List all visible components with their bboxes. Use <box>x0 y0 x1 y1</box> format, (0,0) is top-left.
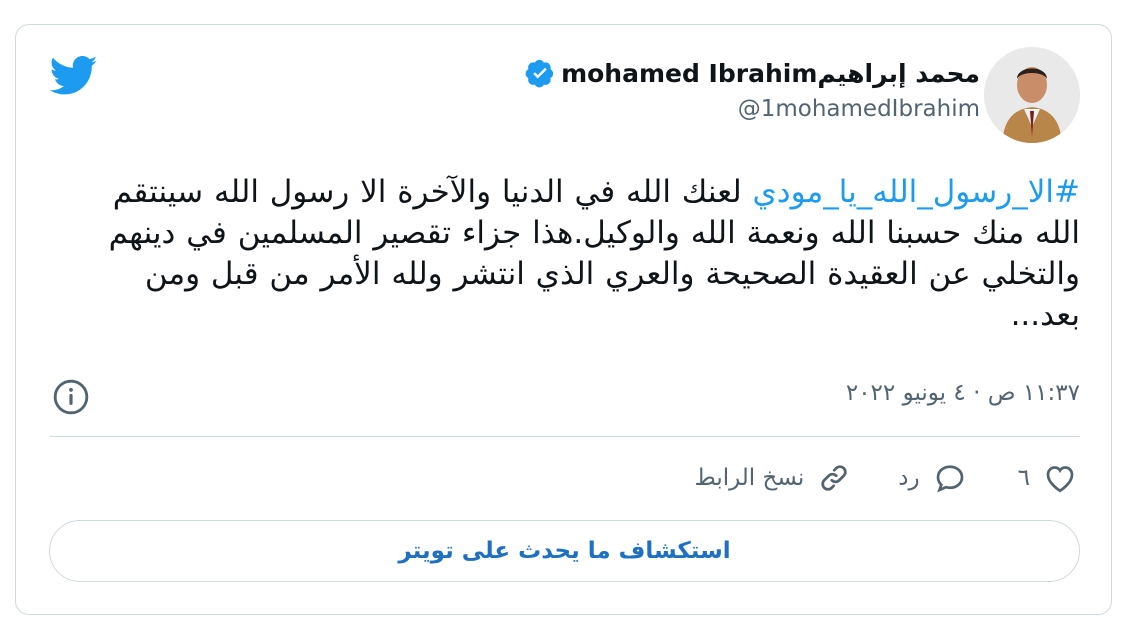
explore-twitter-button[interactable]: استكشاف ما يحدث على تويتر <box>49 520 1080 582</box>
avatar-photo <box>984 47 1080 143</box>
verified-badge-icon <box>525 59 554 88</box>
reply-label: رد <box>898 465 920 491</box>
reply-button[interactable]: رد <box>898 460 967 496</box>
link-icon <box>821 465 847 491</box>
tweet-hashtag[interactable]: #الا_رسول_الله_يا_مودي <box>753 174 1080 210</box>
author-display-name[interactable]: محمد إبراهيمmohamed Ibrahim <box>561 59 980 88</box>
copy-link-label: نسخ الرابط <box>694 465 805 491</box>
author-handle[interactable]: @1mohamedIbrahim <box>525 96 980 122</box>
reply-bubble-icon <box>936 465 963 493</box>
tweet-actions: ٦ رد نسخ الرابط <box>694 460 1078 496</box>
like-button[interactable]: ٦ <box>1018 460 1078 496</box>
heart-icon <box>1046 466 1074 493</box>
avatar[interactable] <box>984 47 1080 143</box>
copy-link-button[interactable]: نسخ الرابط <box>694 460 852 496</box>
author-name-row: محمد إبراهيمmohamed Ibrahim <box>525 58 980 88</box>
divider <box>50 436 1080 437</box>
tweet-text: #الا_رسول_الله_يا_مودي لعنك الله في الدن… <box>70 172 1080 336</box>
tweet-author: محمد إبراهيمmohamed Ibrahim @1mohamedIbr… <box>525 58 980 122</box>
tweet-timestamp[interactable]: ١١:٣٧ ص · ٤ يونيو ٢٠٢٢ <box>846 380 1080 406</box>
twitter-bird-icon[interactable] <box>50 56 98 96</box>
info-icon[interactable] <box>52 378 90 416</box>
like-count: ٦ <box>1017 465 1030 491</box>
